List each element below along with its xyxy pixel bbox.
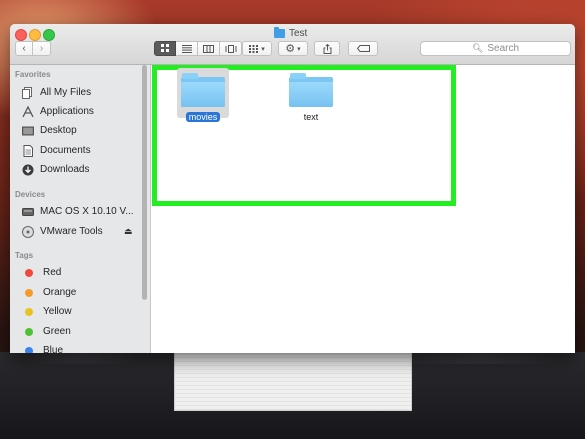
arrange-menu-button[interactable]: ▾ [242,41,272,56]
chevron-down-icon: ▾ [261,45,265,53]
sidebar-item-label: All My Files [40,87,92,98]
search-placeholder: Search [487,43,520,54]
sidebar-item-label: MAC OS X 10.10 V... [40,206,134,217]
sidebar-item-tag-orange[interactable]: Orange [22,284,140,301]
folder-item-movies[interactable]: movies [173,73,233,125]
tag-dot-blue-icon [25,346,33,353]
tags-button[interactable] [348,41,378,56]
applications-icon [22,105,34,117]
list-view-button[interactable] [176,41,198,56]
chevron-right-icon: › [39,43,44,54]
documents-icon [23,144,33,157]
all-files-icon [22,86,32,99]
chevron-left-icon: ‹ [22,43,26,54]
gear-icon: ⚙ [285,43,296,55]
share-icon [323,43,331,54]
tag-dot-red-icon [25,268,33,277]
share-button[interactable] [314,41,340,56]
search-icon: 🔍︎ [471,43,484,53]
sidebar-item-desktop[interactable]: Desktop [22,122,140,139]
disc-icon [22,225,34,238]
folder-icon [274,26,285,38]
list-view-icon [181,44,192,53]
disk-icon [22,207,34,216]
sidebar-item-vmware-tools[interactable]: VMware Tools ⏏ [22,223,140,240]
tag-icon [356,45,370,52]
sidebar-item-tag-red[interactable]: Red [22,264,140,281]
sidebar: Favorites All My Files Applications Desk… [10,65,151,353]
close-window-button[interactable] [15,29,27,41]
chevron-down-icon: ▾ [297,45,301,53]
downloads-icon [22,164,34,175]
sidebar-item-label: Documents [40,145,91,156]
icon-view-button[interactable] [154,41,176,56]
sidebar-item-tag-blue[interactable]: Blue [22,342,140,353]
sidebar-item-downloads[interactable]: Downloads [22,161,140,178]
coverflow-view-icon [225,44,236,53]
view-mode-buttons [154,41,242,56]
sidebar-item-label: Green [43,326,71,337]
tag-dot-yellow-icon [25,307,33,316]
coverflow-view-button[interactable] [220,41,242,56]
sidebar-item-label: Desktop [40,125,77,136]
eject-icon[interactable]: ⏏ [124,226,133,237]
icon-view-icon [160,44,169,52]
window-title: Test [289,27,308,39]
folder-icon [289,73,333,107]
sidebar-item-label: Downloads [40,164,90,175]
title-bar: Test ‹ › ▾ ⚙ ▾ 🔍︎ Search [10,24,575,65]
sidebar-item-label: Orange [43,287,77,298]
folder-label: movies [185,112,221,122]
desktop-icon [22,126,34,135]
sidebar-item-applications[interactable]: Applications [22,103,140,120]
folder-label: text [303,112,319,122]
sidebar-item-all-my-files[interactable]: All My Files [22,84,140,101]
tag-dot-orange-icon [25,288,33,297]
sidebar-header-devices: Devices [15,190,46,199]
finder-window: Test ‹ › ▾ ⚙ ▾ 🔍︎ Search Favorites All M… [10,24,575,353]
forward-button[interactable]: › [33,41,51,56]
sidebar-header-tags: Tags [15,251,34,260]
back-button[interactable]: ‹ [15,41,33,56]
sidebar-item-mac-os-disk[interactable]: MAC OS X 10.10 V... [22,203,140,220]
sidebar-item-label: VMware Tools [40,226,103,237]
arrange-grid-icon [249,44,259,53]
sidebar-scrollbar[interactable] [142,65,147,300]
file-browser-content: movies text [151,65,575,353]
sidebar-item-tag-yellow[interactable]: Yellow [22,303,140,320]
minimize-window-button[interactable] [29,29,41,41]
action-menu-button[interactable]: ⚙ ▾ [278,41,308,56]
folder-icon [181,73,225,107]
column-view-button[interactable] [198,41,220,56]
column-view-icon [203,44,214,53]
sidebar-item-tag-green[interactable]: Green [22,323,140,340]
sidebar-header-favorites: Favorites [15,70,51,79]
tag-dot-green-icon [25,327,33,336]
navigation-buttons: ‹ › [15,41,51,56]
zoom-window-button[interactable] [43,29,55,41]
folder-item-text[interactable]: text [281,73,341,125]
search-field[interactable]: 🔍︎ Search [420,41,571,56]
sidebar-item-label: Red [43,267,62,278]
sidebar-item-label: Blue [43,345,64,353]
sidebar-item-label: Yellow [43,306,72,317]
background-document [174,350,412,411]
sidebar-item-label: Applications [40,106,94,117]
window-title-group: Test [274,26,307,40]
sidebar-item-documents[interactable]: Documents [22,142,140,159]
